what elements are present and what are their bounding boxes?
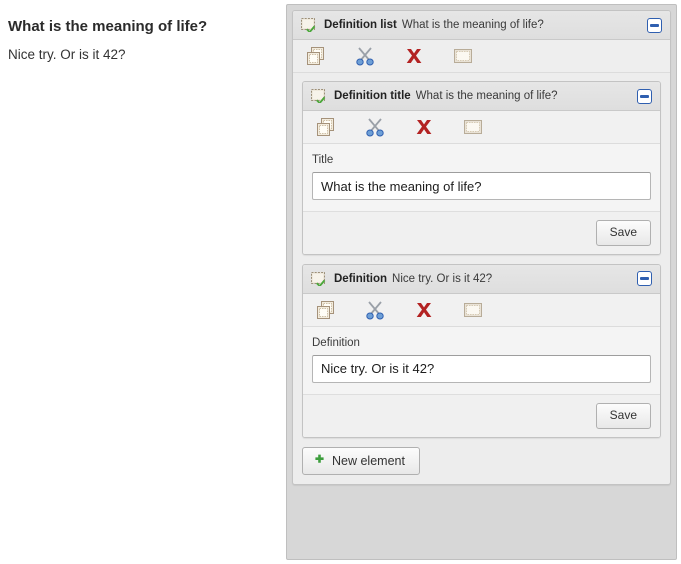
cut-scissors-icon-button[interactable] bbox=[352, 43, 378, 69]
element-check-icon bbox=[301, 18, 316, 34]
form-body-definition: Definition bbox=[303, 326, 660, 395]
definition-field-label: Definition bbox=[312, 336, 360, 349]
definition-input[interactable] bbox=[312, 354, 651, 383]
panel-header-definition: Definition Nice try. Or is it 42? bbox=[303, 264, 660, 294]
content-title: What is the meaning of life? bbox=[8, 18, 208, 35]
save-button-title[interactable]: Save bbox=[595, 220, 651, 246]
page-root: What is the meaning of life? Nice try. O… bbox=[0, 0, 681, 564]
new-element-label: New element bbox=[332, 453, 405, 468]
collapse-button-definition-title[interactable] bbox=[637, 88, 652, 104]
element-check-icon bbox=[311, 271, 326, 288]
panel-header-definition-list: Definition list What is the meaning of l… bbox=[293, 11, 670, 40]
collapse-button-definition[interactable] bbox=[637, 271, 652, 287]
title-input[interactable] bbox=[312, 172, 651, 200]
collapse-button-definition-list[interactable] bbox=[647, 17, 662, 33]
panel-subtitle: What is the meaning of life? bbox=[401, 19, 544, 31]
panel-subtitle: What is the meaning of life? bbox=[415, 90, 558, 102]
rendered-content-area: What is the meaning of life? Nice try. O… bbox=[0, 0, 282, 564]
toolbar-definition-list bbox=[293, 40, 670, 73]
toolbar-definition bbox=[303, 293, 660, 327]
form-body-title: Title bbox=[303, 144, 660, 212]
delete-x-icon-button[interactable] bbox=[411, 297, 437, 323]
toolbar-definition-title bbox=[303, 111, 660, 144]
save-button-definition[interactable]: Save bbox=[595, 402, 651, 429]
panel-definition-list: Definition list What is the meaning of l… bbox=[292, 10, 671, 485]
copy-icon-button[interactable] bbox=[313, 297, 339, 323]
cut-scissors-icon-button[interactable] bbox=[362, 114, 388, 140]
footer-title: Save bbox=[303, 212, 660, 254]
footer-definition: Save bbox=[303, 394, 660, 437]
delete-x-icon-button[interactable] bbox=[401, 43, 427, 69]
paste-icon-button[interactable] bbox=[460, 297, 486, 323]
plus-icon bbox=[314, 454, 325, 468]
panel-type-label: Definition list bbox=[324, 19, 397, 31]
paste-icon-button[interactable] bbox=[460, 114, 486, 140]
copy-icon-button[interactable] bbox=[313, 114, 339, 140]
delete-x-icon-button[interactable] bbox=[411, 114, 437, 140]
new-element-button[interactable]: New element bbox=[302, 446, 420, 475]
panel-type-label: Definition title bbox=[334, 90, 411, 102]
panel-definition-title: Definition title What is the meaning of … bbox=[302, 81, 661, 255]
panel-header-definition-title: Definition title What is the meaning of … bbox=[303, 82, 660, 111]
new-element-row: New element bbox=[293, 446, 670, 484]
panel-type-label: Definition bbox=[334, 272, 388, 285]
element-check-icon bbox=[311, 89, 326, 105]
cut-scissors-icon-button[interactable] bbox=[362, 297, 388, 323]
editor-frame: Definition list What is the meaning of l… bbox=[286, 4, 677, 560]
paste-icon-button[interactable] bbox=[450, 43, 476, 69]
panel-subtitle: Nice try. Or is it 42? bbox=[392, 272, 493, 285]
title-field-label: Title bbox=[312, 154, 334, 166]
copy-icon-button[interactable] bbox=[303, 43, 329, 69]
content-definition: Nice try. Or is it 42? bbox=[8, 47, 126, 62]
panel-definition: Definition Nice try. Or is it 42? Defini… bbox=[302, 263, 661, 438]
child-panel-list: Definition title What is the meaning of … bbox=[293, 73, 670, 438]
